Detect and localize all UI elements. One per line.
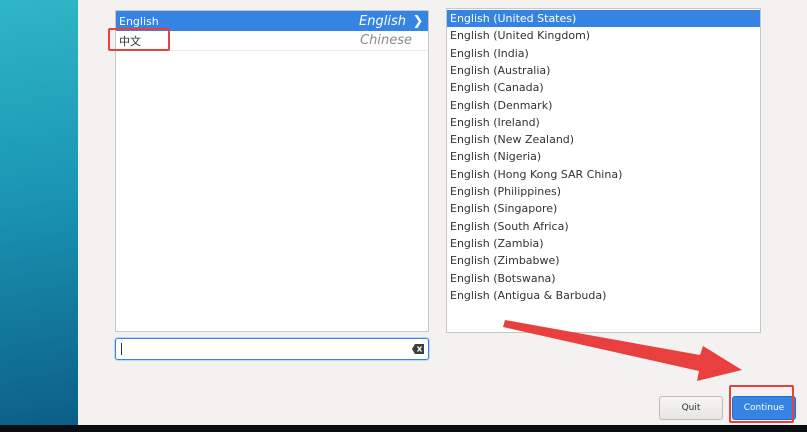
installer-window: English English ❯ 中文 Chinese English (Un… bbox=[78, 0, 807, 425]
search-input[interactable] bbox=[118, 340, 410, 358]
annotation-highlight-chinese bbox=[108, 28, 170, 51]
locale-item[interactable]: English (Hong Kong SAR China) bbox=[447, 166, 760, 183]
annotation-highlight-continue bbox=[729, 385, 794, 423]
clear-text-icon[interactable] bbox=[412, 344, 424, 354]
locale-item[interactable]: English (Antigua & Barbuda) bbox=[447, 287, 760, 304]
locale-item[interactable]: English (United Kingdom) bbox=[447, 27, 760, 44]
locale-item[interactable]: English (United States) bbox=[447, 10, 760, 28]
chevron-right-icon: ❯ bbox=[412, 13, 424, 29]
locale-item[interactable]: English (Canada) bbox=[447, 79, 760, 96]
locale-item[interactable]: English (Philippines) bbox=[447, 183, 760, 200]
locale-item[interactable]: English (India) bbox=[447, 45, 760, 62]
locale-item[interactable]: English (Singapore) bbox=[447, 200, 760, 217]
locale-item[interactable]: English (Denmark) bbox=[447, 97, 760, 114]
locale-list: English (United States) English (United … bbox=[446, 8, 761, 333]
desktop-background bbox=[0, 0, 78, 425]
language-list: English English ❯ 中文 Chinese bbox=[115, 10, 429, 332]
locale-item[interactable]: English (Botswana) bbox=[447, 270, 760, 287]
language-search-field[interactable] bbox=[115, 338, 429, 360]
screen-bottom-edge bbox=[0, 425, 807, 432]
language-name: English bbox=[119, 14, 159, 28]
locale-item[interactable]: English (Nigeria) bbox=[447, 148, 760, 165]
locale-item[interactable]: English (Australia) bbox=[447, 62, 760, 79]
language-native-name: Chinese bbox=[360, 33, 412, 48]
language-native-name: English bbox=[359, 13, 406, 29]
locale-item[interactable]: English (New Zealand) bbox=[447, 131, 760, 148]
locale-item[interactable]: English (Ireland) bbox=[447, 114, 760, 131]
locale-item[interactable]: English (Zambia) bbox=[447, 235, 760, 252]
quit-button[interactable]: Quit bbox=[659, 396, 723, 420]
locale-item[interactable]: English (South Africa) bbox=[447, 218, 760, 235]
locale-item[interactable]: English (Zimbabwe) bbox=[447, 252, 760, 269]
